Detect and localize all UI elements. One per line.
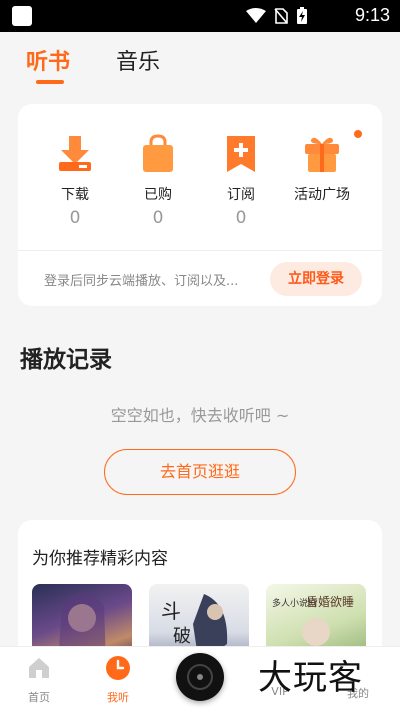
quick-action-count: 0 xyxy=(69,208,81,228)
login-button[interactable]: 立即登录 xyxy=(270,262,362,296)
divider xyxy=(18,250,382,251)
recommend-title: 为你推荐精彩内容 xyxy=(32,549,168,569)
clock-time: 9:13 xyxy=(354,5,390,25)
gift-icon xyxy=(302,134,342,174)
clock-icon xyxy=(106,656,130,680)
quick-action-count: 0 xyxy=(152,208,164,228)
quick-action-events[interactable]: 活动广场 xyxy=(282,134,362,204)
tab-audiobook[interactable]: 听书 xyxy=(26,44,70,76)
nav-item-home[interactable]: 首页 xyxy=(9,655,69,705)
svg-text:斗: 斗 xyxy=(161,599,181,623)
go-home-button[interactable]: 去首页逛逛 xyxy=(104,449,296,495)
nav-item-listening[interactable]: 我听 xyxy=(88,655,148,705)
tab-music[interactable]: 音乐 xyxy=(116,44,160,76)
svg-text:昏婚欲睡: 昏婚欲睡 xyxy=(306,595,354,609)
bookmark-plus-icon xyxy=(221,134,261,174)
no-sim-icon xyxy=(274,8,288,24)
svg-text:破: 破 xyxy=(173,626,191,647)
play-history-title: 播放记录 xyxy=(20,347,112,373)
quick-actions-card: 下载 0 已购 0 订阅 0 活动广场 登录后同步云端播放、订阅以及... 立即… xyxy=(18,104,382,306)
quick-action-subscribe[interactable]: 订阅 0 xyxy=(201,134,281,228)
quick-action-label: 下载 xyxy=(61,187,89,203)
home-icon xyxy=(29,658,49,678)
shopping-bag-icon xyxy=(138,134,178,174)
login-hint: 登录后同步云端播放、订阅以及... xyxy=(44,274,239,289)
download-icon xyxy=(55,134,95,174)
quick-action-purchased[interactable]: 已购 0 xyxy=(118,134,198,228)
quick-action-label: 活动广场 xyxy=(294,187,350,203)
quick-action-label: 已购 xyxy=(144,187,172,203)
new-activity-dot xyxy=(354,130,362,138)
system-icons xyxy=(246,7,308,25)
wifi-icon xyxy=(246,8,266,23)
nav-label: 我听 xyxy=(107,691,129,704)
quick-action-label: 订阅 xyxy=(227,187,255,203)
active-tab-indicator xyxy=(36,80,64,84)
battery-charging-icon xyxy=(297,7,307,24)
app-notification-icon xyxy=(12,6,32,26)
player-disc-button[interactable] xyxy=(176,653,224,701)
empty-history-hint: 空空如也，快去收听吧 ~ xyxy=(110,406,290,425)
quick-action-download[interactable]: 下载 0 xyxy=(35,134,115,228)
top-tabs: 听书 音乐 xyxy=(0,32,400,96)
nav-label: 首页 xyxy=(28,691,50,704)
status-bar: 9:13 xyxy=(0,0,400,32)
quick-action-count: 0 xyxy=(235,208,247,228)
disc-center xyxy=(197,674,203,680)
watermark-logo: 大玩客 xyxy=(258,658,363,698)
